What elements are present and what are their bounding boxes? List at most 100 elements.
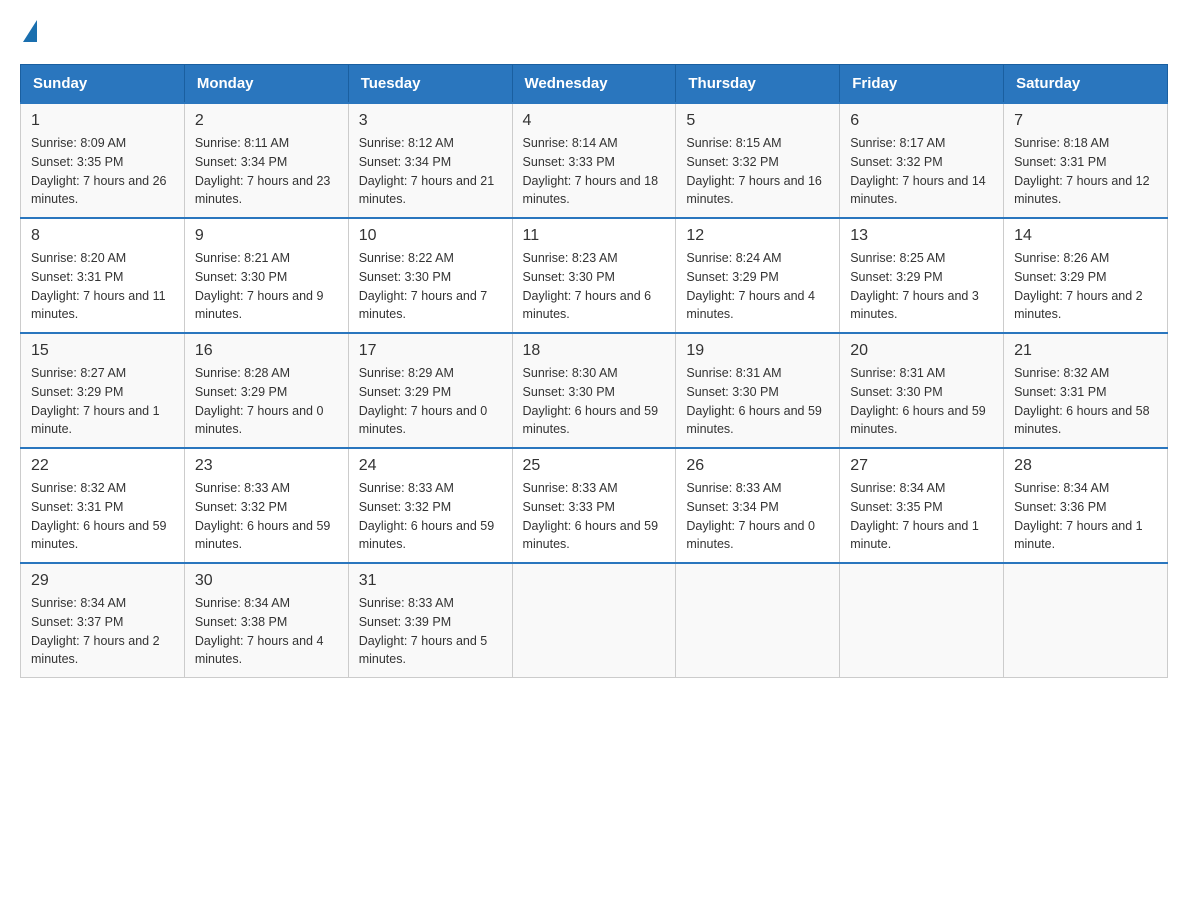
week-row-2: 8 Sunrise: 8:20 AM Sunset: 3:31 PM Dayli… (21, 218, 1168, 333)
sunrise-label: Sunrise: 8:09 AM (31, 136, 126, 150)
daylight-label: Daylight: 7 hours and 1 minute. (1014, 519, 1143, 552)
day-info: Sunrise: 8:33 AM Sunset: 3:32 PM Dayligh… (195, 479, 338, 554)
sunrise-label: Sunrise: 8:12 AM (359, 136, 454, 150)
calendar-cell: 3 Sunrise: 8:12 AM Sunset: 3:34 PM Dayli… (348, 103, 512, 218)
day-number: 10 (359, 227, 502, 245)
day-info: Sunrise: 8:34 AM Sunset: 3:35 PM Dayligh… (850, 479, 993, 554)
day-number: 15 (31, 342, 174, 360)
day-number: 1 (31, 112, 174, 130)
sunset-label: Sunset: 3:34 PM (195, 155, 287, 169)
calendar-cell: 12 Sunrise: 8:24 AM Sunset: 3:29 PM Dayl… (676, 218, 840, 333)
day-info: Sunrise: 8:17 AM Sunset: 3:32 PM Dayligh… (850, 134, 993, 209)
day-info: Sunrise: 8:34 AM Sunset: 3:36 PM Dayligh… (1014, 479, 1157, 554)
day-number: 22 (31, 457, 174, 475)
day-info: Sunrise: 8:32 AM Sunset: 3:31 PM Dayligh… (31, 479, 174, 554)
day-info: Sunrise: 8:28 AM Sunset: 3:29 PM Dayligh… (195, 364, 338, 439)
day-info: Sunrise: 8:26 AM Sunset: 3:29 PM Dayligh… (1014, 249, 1157, 324)
daylight-label: Daylight: 6 hours and 59 minutes. (850, 404, 986, 437)
calendar-cell: 27 Sunrise: 8:34 AM Sunset: 3:35 PM Dayl… (840, 448, 1004, 563)
day-info: Sunrise: 8:21 AM Sunset: 3:30 PM Dayligh… (195, 249, 338, 324)
day-info: Sunrise: 8:33 AM Sunset: 3:32 PM Dayligh… (359, 479, 502, 554)
daylight-label: Daylight: 6 hours and 58 minutes. (1014, 404, 1150, 437)
header-monday: Monday (184, 65, 348, 104)
calendar-cell: 30 Sunrise: 8:34 AM Sunset: 3:38 PM Dayl… (184, 563, 348, 678)
sunset-label: Sunset: 3:31 PM (1014, 385, 1106, 399)
sunset-label: Sunset: 3:37 PM (31, 615, 123, 629)
week-row-4: 22 Sunrise: 8:32 AM Sunset: 3:31 PM Dayl… (21, 448, 1168, 563)
sunrise-label: Sunrise: 8:33 AM (686, 481, 781, 495)
day-info: Sunrise: 8:25 AM Sunset: 3:29 PM Dayligh… (850, 249, 993, 324)
day-info: Sunrise: 8:24 AM Sunset: 3:29 PM Dayligh… (686, 249, 829, 324)
day-number: 17 (359, 342, 502, 360)
calendar-cell: 9 Sunrise: 8:21 AM Sunset: 3:30 PM Dayli… (184, 218, 348, 333)
calendar-cell: 26 Sunrise: 8:33 AM Sunset: 3:34 PM Dayl… (676, 448, 840, 563)
calendar-cell: 29 Sunrise: 8:34 AM Sunset: 3:37 PM Dayl… (21, 563, 185, 678)
sunset-label: Sunset: 3:31 PM (31, 270, 123, 284)
day-number: 16 (195, 342, 338, 360)
header-tuesday: Tuesday (348, 65, 512, 104)
header-sunday: Sunday (21, 65, 185, 104)
calendar-cell: 21 Sunrise: 8:32 AM Sunset: 3:31 PM Dayl… (1004, 333, 1168, 448)
sunrise-label: Sunrise: 8:25 AM (850, 251, 945, 265)
calendar-cell: 31 Sunrise: 8:33 AM Sunset: 3:39 PM Dayl… (348, 563, 512, 678)
sunrise-label: Sunrise: 8:11 AM (195, 136, 289, 150)
week-row-5: 29 Sunrise: 8:34 AM Sunset: 3:37 PM Dayl… (21, 563, 1168, 678)
day-info: Sunrise: 8:31 AM Sunset: 3:30 PM Dayligh… (850, 364, 993, 439)
weekday-header-row: Sunday Monday Tuesday Wednesday Thursday… (21, 65, 1168, 104)
daylight-label: Daylight: 7 hours and 0 minutes. (359, 404, 488, 437)
day-number: 23 (195, 457, 338, 475)
daylight-label: Daylight: 7 hours and 4 minutes. (195, 634, 324, 667)
day-number: 9 (195, 227, 338, 245)
sunrise-label: Sunrise: 8:32 AM (1014, 366, 1109, 380)
sunset-label: Sunset: 3:30 PM (195, 270, 287, 284)
sunset-label: Sunset: 3:29 PM (31, 385, 123, 399)
sunset-label: Sunset: 3:29 PM (850, 270, 942, 284)
calendar-cell: 18 Sunrise: 8:30 AM Sunset: 3:30 PM Dayl… (512, 333, 676, 448)
calendar-cell: 10 Sunrise: 8:22 AM Sunset: 3:30 PM Dayl… (348, 218, 512, 333)
calendar-cell (676, 563, 840, 678)
sunset-label: Sunset: 3:32 PM (195, 500, 287, 514)
sunset-label: Sunset: 3:32 PM (850, 155, 942, 169)
week-row-3: 15 Sunrise: 8:27 AM Sunset: 3:29 PM Dayl… (21, 333, 1168, 448)
day-number: 26 (686, 457, 829, 475)
calendar-cell: 25 Sunrise: 8:33 AM Sunset: 3:33 PM Dayl… (512, 448, 676, 563)
sunrise-label: Sunrise: 8:28 AM (195, 366, 290, 380)
calendar-cell: 22 Sunrise: 8:32 AM Sunset: 3:31 PM Dayl… (21, 448, 185, 563)
sunset-label: Sunset: 3:33 PM (523, 500, 615, 514)
calendar-cell: 20 Sunrise: 8:31 AM Sunset: 3:30 PM Dayl… (840, 333, 1004, 448)
daylight-label: Daylight: 7 hours and 18 minutes. (523, 174, 659, 207)
calendar-cell: 17 Sunrise: 8:29 AM Sunset: 3:29 PM Dayl… (348, 333, 512, 448)
day-number: 5 (686, 112, 829, 130)
sunset-label: Sunset: 3:30 PM (523, 270, 615, 284)
day-info: Sunrise: 8:33 AM Sunset: 3:39 PM Dayligh… (359, 594, 502, 669)
sunset-label: Sunset: 3:31 PM (1014, 155, 1106, 169)
daylight-label: Daylight: 7 hours and 3 minutes. (850, 289, 979, 322)
calendar-cell (512, 563, 676, 678)
calendar-cell (1004, 563, 1168, 678)
sunset-label: Sunset: 3:33 PM (523, 155, 615, 169)
sunset-label: Sunset: 3:35 PM (850, 500, 942, 514)
sunrise-label: Sunrise: 8:15 AM (686, 136, 781, 150)
day-info: Sunrise: 8:15 AM Sunset: 3:32 PM Dayligh… (686, 134, 829, 209)
calendar-cell: 5 Sunrise: 8:15 AM Sunset: 3:32 PM Dayli… (676, 103, 840, 218)
day-info: Sunrise: 8:11 AM Sunset: 3:34 PM Dayligh… (195, 134, 338, 209)
logo-triangle-icon (23, 20, 37, 42)
day-info: Sunrise: 8:14 AM Sunset: 3:33 PM Dayligh… (523, 134, 666, 209)
sunset-label: Sunset: 3:29 PM (1014, 270, 1106, 284)
daylight-label: Daylight: 7 hours and 1 minute. (850, 519, 979, 552)
sunset-label: Sunset: 3:38 PM (195, 615, 287, 629)
sunrise-label: Sunrise: 8:34 AM (31, 596, 126, 610)
day-number: 14 (1014, 227, 1157, 245)
sunrise-label: Sunrise: 8:26 AM (1014, 251, 1109, 265)
daylight-label: Daylight: 6 hours and 59 minutes. (359, 519, 495, 552)
daylight-label: Daylight: 7 hours and 23 minutes. (195, 174, 331, 207)
daylight-label: Daylight: 7 hours and 1 minute. (31, 404, 160, 437)
sunrise-label: Sunrise: 8:29 AM (359, 366, 454, 380)
calendar-cell: 28 Sunrise: 8:34 AM Sunset: 3:36 PM Dayl… (1004, 448, 1168, 563)
daylight-label: Daylight: 6 hours and 59 minutes. (31, 519, 167, 552)
sunrise-label: Sunrise: 8:17 AM (850, 136, 945, 150)
day-info: Sunrise: 8:34 AM Sunset: 3:37 PM Dayligh… (31, 594, 174, 669)
calendar-cell: 1 Sunrise: 8:09 AM Sunset: 3:35 PM Dayli… (21, 103, 185, 218)
sunrise-label: Sunrise: 8:33 AM (523, 481, 618, 495)
day-info: Sunrise: 8:20 AM Sunset: 3:31 PM Dayligh… (31, 249, 174, 324)
